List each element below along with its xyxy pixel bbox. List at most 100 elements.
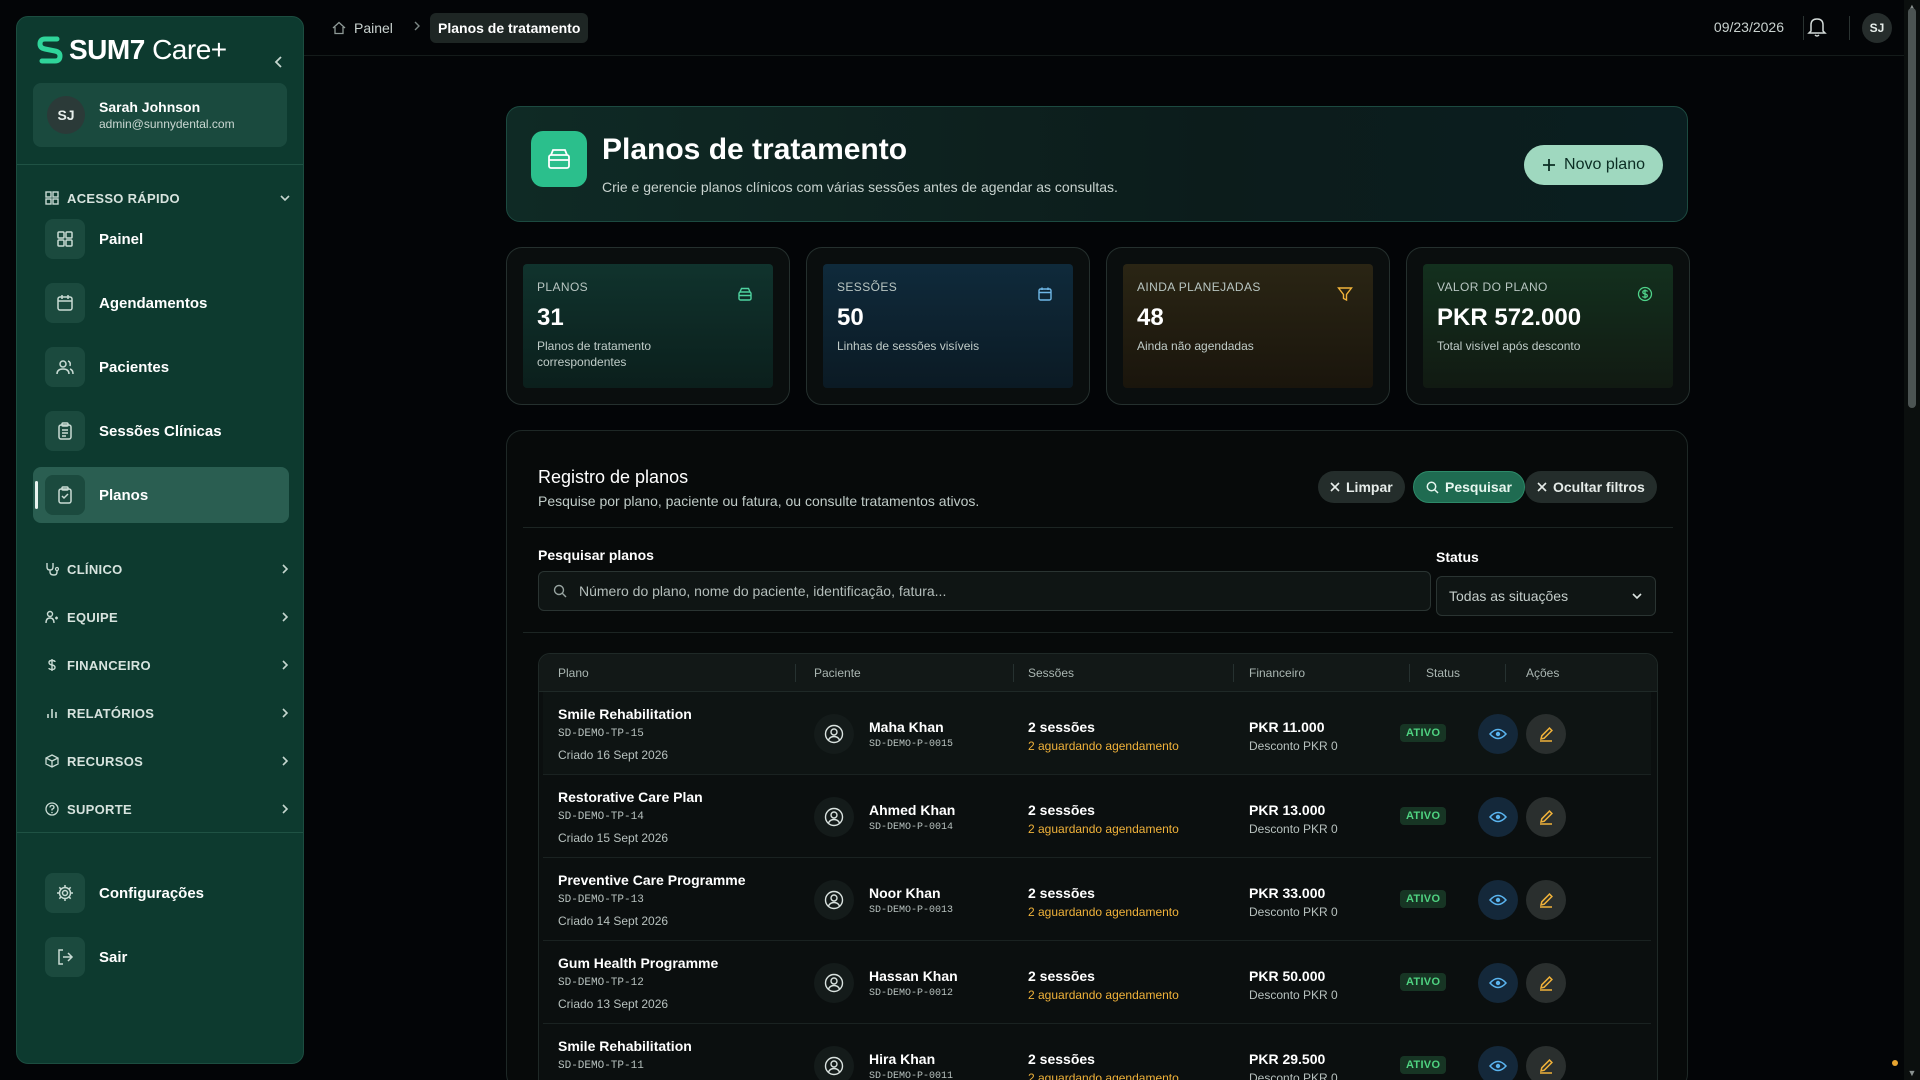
view-plan-button[interactable]	[1478, 714, 1518, 754]
bar-chart-icon	[47, 709, 57, 718]
column-header-financeiro[interactable]: Financeiro	[1249, 666, 1305, 680]
column-divider	[1013, 664, 1014, 682]
plan-amount: PKR 13.000	[1249, 802, 1326, 818]
status-select[interactable]: Todas as situações	[1436, 576, 1656, 616]
hide-filters-button[interactable]: Ocultar filtros	[1525, 471, 1657, 503]
chevron-left-icon	[274, 56, 282, 68]
patient-code: SD-DEMO-P-0014	[869, 822, 954, 833]
edit-plan-button[interactable]	[1526, 714, 1566, 754]
group-relatorios[interactable]: RELATÓRIOS	[45, 702, 291, 724]
calendar-icon	[1037, 286, 1053, 302]
sidebar-item-configuracoes[interactable]: Configurações	[33, 865, 289, 921]
plan-name[interactable]: Preventive Care Programme	[558, 872, 746, 888]
plan-name[interactable]: Smile Rehabilitation	[558, 706, 692, 722]
chevron-down-icon	[1631, 590, 1643, 602]
column-header-sessoes[interactable]: Sessões	[1028, 666, 1074, 680]
group-label: CLÍNICO	[67, 561, 123, 577]
plan-amount: PKR 29.500	[1249, 1051, 1326, 1067]
user-name: Sarah Johnson	[99, 99, 201, 115]
plan-amount: PKR 11.000	[1249, 719, 1325, 735]
close-icon	[1537, 482, 1547, 492]
table-row[interactable]: Smile Rehabilitation SD-DEMO-TP-15 Criado …	[543, 692, 1651, 775]
brand-logo[interactable]: SUM7 Care+	[37, 34, 227, 66]
table-row[interactable]: Restorative Care Plan SD-DEMO-TP-14 Criado…	[543, 775, 1651, 858]
indicator-dot	[1892, 1060, 1898, 1066]
gear-icon	[45, 873, 85, 913]
search-input[interactable]	[579, 583, 1379, 599]
pencil-icon	[1539, 893, 1553, 908]
plan-code: SD-DEMO-TP-14	[558, 811, 644, 823]
patient-code: SD-DEMO-P-0012	[869, 988, 954, 999]
sidebar-item-agendamentos[interactable]: Agendamentos	[33, 275, 289, 331]
plan-created-date: Criado 16 Sept 2026	[558, 748, 669, 762]
collapse-sidebar-button[interactable]	[269, 52, 289, 72]
clipboard-check-icon	[45, 475, 85, 515]
search-field[interactable]	[538, 571, 1431, 611]
new-plan-button[interactable]: Novo plano	[1524, 145, 1663, 185]
plan-name[interactable]: Restorative Care Plan	[558, 789, 703, 805]
patient-name[interactable]: Maha Khan	[869, 719, 944, 735]
breadcrumb-current: Planos de tratamento	[430, 13, 589, 43]
plan-created-date: Criado 14 Sept 2026	[558, 914, 669, 928]
view-plan-button[interactable]	[1478, 797, 1518, 837]
plan-discount: Desconto PKR 0	[1249, 739, 1338, 753]
group-label: EQUIPE	[67, 609, 118, 625]
breadcrumb-home[interactable]: Painel	[324, 13, 401, 43]
column-header-status[interactable]: Status	[1426, 666, 1460, 680]
stat-card-body: PLANOS 31 Planos de tratamento correspon…	[523, 264, 773, 388]
status-field-label: Status	[1436, 549, 1479, 565]
group-equipe[interactable]: EQUIPE	[45, 606, 291, 628]
table-row[interactable]: Gum Health Programme SD-DEMO-TP-12 Criado …	[543, 941, 1651, 1024]
chevron-right-icon	[279, 755, 291, 767]
group-quick-access[interactable]: ACESSO RÁPIDO	[45, 187, 291, 209]
edit-plan-button[interactable]	[1526, 1046, 1566, 1080]
page-scrollbar[interactable]: ▲ ▼	[1904, 0, 1920, 1080]
clear-filters-button[interactable]: Limpar	[1318, 471, 1405, 503]
edit-plan-button[interactable]	[1526, 880, 1566, 920]
plan-name[interactable]: Gum Health Programme	[558, 955, 718, 971]
sidebar-item-planos[interactable]: Planos	[33, 467, 289, 523]
registry-divider	[523, 632, 1673, 633]
view-plan-button[interactable]	[1478, 880, 1518, 920]
group-suporte[interactable]: SUPORTE	[45, 798, 291, 820]
search-icon	[1426, 481, 1439, 494]
column-divider	[1233, 664, 1234, 682]
sidebar-item-painel[interactable]: Painel	[33, 211, 289, 267]
scroll-down-icon[interactable]: ▼	[1907, 1068, 1917, 1078]
group-label: RECURSOS	[67, 753, 144, 769]
edit-plan-button[interactable]	[1526, 963, 1566, 1003]
user-avatar-button[interactable]: SJ	[1862, 13, 1892, 43]
view-plan-button[interactable]	[1478, 963, 1518, 1003]
brand-name: SUM7	[69, 34, 145, 65]
group-clinico[interactable]: CLÍNICO	[45, 558, 291, 580]
column-header-paciente[interactable]: Paciente	[814, 666, 861, 680]
view-plan-button[interactable]	[1478, 1046, 1518, 1080]
patient-name[interactable]: Noor Khan	[869, 885, 941, 901]
stat-label: AINDA PLANEJADAS	[1137, 280, 1261, 294]
edit-plan-button[interactable]	[1526, 797, 1566, 837]
notifications-bell-icon[interactable]	[1807, 16, 1827, 38]
table-row[interactable]: Smile Rehabilitation SD-DEMO-TP-11 Hira Kh…	[543, 1024, 1651, 1080]
column-header-plano[interactable]: Plano	[558, 666, 589, 680]
filter-icon	[1337, 286, 1353, 302]
plan-name[interactable]: Smile Rehabilitation	[558, 1038, 692, 1054]
group-financeiro[interactable]: FINANCEIRO	[45, 654, 291, 676]
search-button[interactable]: Pesquisar	[1413, 471, 1525, 503]
patient-name[interactable]: Hassan Khan	[869, 968, 958, 984]
table-row[interactable]: Preventive Care Programme SD-DEMO-TP-13 Cr…	[543, 858, 1651, 941]
patient-avatar-icon	[814, 797, 854, 837]
user-card[interactable]: SJ Sarah Johnson admin@sunnydental.com	[33, 83, 287, 147]
sidebar-item-label: Planos	[99, 486, 149, 504]
patient-name[interactable]: Ahmed Khan	[869, 802, 955, 818]
user-email: admin@sunnydental.com	[99, 117, 235, 131]
sidebar-item-pacientes[interactable]: Pacientes	[33, 339, 289, 395]
scrollbar-thumb[interactable]	[1908, 8, 1916, 408]
sidebar-item-sessoes-clinicas[interactable]: Sessões Clínicas	[33, 403, 289, 459]
patient-name[interactable]: Hira Khan	[869, 1051, 935, 1067]
pencil-icon	[1539, 810, 1553, 825]
sidebar-item-sair[interactable]: Sair	[33, 929, 289, 985]
group-recursos[interactable]: RECURSOS	[45, 750, 291, 772]
plan-discount: Desconto PKR 0	[1249, 822, 1338, 836]
stat-description: Planos de tratamento correspondentes	[537, 339, 652, 369]
calendar-icon	[45, 283, 85, 323]
